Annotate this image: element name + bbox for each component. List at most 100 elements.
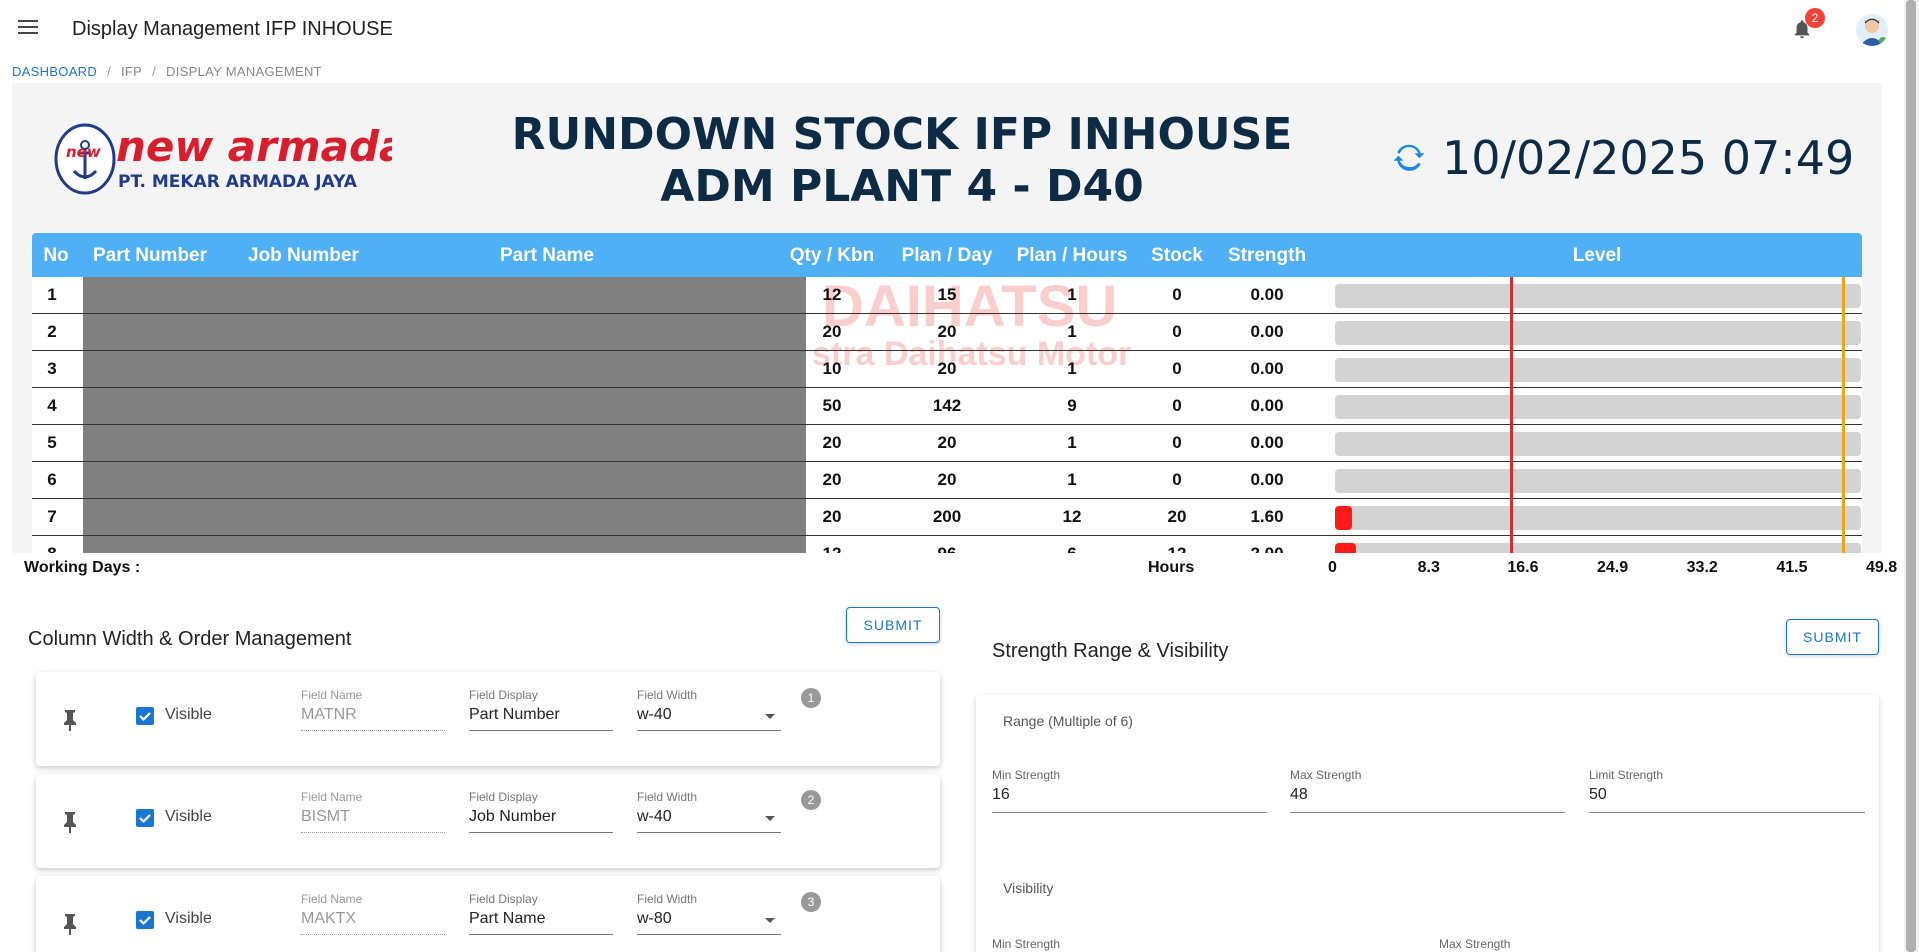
table-row: 4 50 142 9 0 0.00 [32, 388, 1862, 425]
row-qty-kbn: 20 [822, 507, 842, 526]
row-qty-kbn: 12 [822, 285, 842, 304]
column-settings-submit-button[interactable]: SUBMIT [846, 607, 940, 643]
page-scroll-thumb[interactable] [1906, 0, 1916, 952]
level-fill [1335, 506, 1352, 530]
breadcrumb-dashboard[interactable]: DASHBOARD [12, 64, 97, 79]
page-scrollbar[interactable] [1904, 0, 1919, 952]
row-strength: 0.00 [1250, 470, 1284, 489]
field-width-select[interactable]: Field Width w-40 [637, 688, 781, 731]
field-display[interactable]: Field Display Job Number [469, 790, 613, 833]
limit-strength-input[interactable]: 50 [1589, 786, 1865, 813]
avatar[interactable] [1856, 14, 1888, 46]
row-stock: 0 [1172, 285, 1182, 304]
row-strength: 0.00 [1250, 359, 1284, 378]
row-no: 6 [47, 470, 57, 489]
field-display[interactable]: Field Display Part Number [469, 688, 613, 731]
column-setting-card[interactable]: Visible Field Name BISMT Field Display Job N… [36, 774, 940, 868]
field-name-value: BISMT [301, 808, 445, 833]
visible-checkbox[interactable] [136, 911, 154, 929]
field-width-label: Field Width [637, 892, 698, 906]
visibility-max-strength-label: Max Strength [1439, 937, 1511, 951]
hour-tick-label: 16.6 [1507, 559, 1539, 576]
hours-scale: Working Days : Hours 0 8.3 16.6 24.9 33.2 41.… [12, 553, 1897, 585]
level-bar [1335, 395, 1861, 419]
breadcrumb-ifp[interactable]: IFP [121, 64, 142, 79]
row-plan-day: 20 [937, 322, 957, 341]
hour-tick-label: 49.8 [1866, 559, 1898, 576]
working-days-label: Working Days : [24, 559, 141, 576]
field-width-value[interactable]: w-40 [637, 808, 781, 833]
level-bar [1335, 284, 1861, 308]
row-stock: 0 [1172, 322, 1182, 341]
chevron-down-icon[interactable] [765, 816, 775, 821]
row-plan-hours: 12 [1062, 507, 1082, 526]
row-qty-kbn: 50 [822, 396, 842, 415]
field-display[interactable]: Field Display Part Name [469, 892, 613, 935]
row-no: 1 [47, 285, 57, 304]
row-stock: 20 [1167, 507, 1187, 526]
logo-brand: new armada [116, 122, 392, 171]
order-badge: 3 [801, 892, 821, 912]
field-width-value[interactable]: w-40 [637, 706, 781, 731]
column-setting-card[interactable]: Visible Field Name MAKTX Field Display Part … [36, 876, 940, 952]
column-settings-title: Column Width & Order Management [28, 628, 352, 650]
company-logo: new new armada PT. MEKAR ARMADA JAYA [54, 122, 392, 195]
row-plan-day: 20 [937, 433, 957, 452]
row-no: 5 [47, 433, 57, 452]
level-bar [1335, 543, 1861, 553]
column-setting-card[interactable]: Visible Field Name MATNR Field Display Part … [36, 672, 940, 766]
user-avatar-icon [1860, 18, 1887, 46]
pin-icon[interactable] [62, 913, 78, 935]
notification-badge: 2 [1805, 8, 1825, 28]
chevron-down-icon[interactable] [765, 918, 775, 923]
chevron-down-icon[interactable] [765, 714, 775, 719]
strength-settings-submit-button[interactable]: SUBMIT [1786, 619, 1879, 655]
row-plan-day: 15 [937, 285, 957, 304]
min-strength-field[interactable]: Min Strength 16 [992, 768, 1267, 813]
level-bar [1335, 506, 1861, 530]
check-icon [139, 814, 151, 824]
row-plan-hours: 1 [1067, 285, 1077, 304]
visibility-label: Visibility [1003, 880, 1054, 896]
limit-strength-field[interactable]: Limit Strength 50 [1589, 768, 1865, 813]
row-no: 7 [47, 507, 57, 526]
visible-label: Visible [165, 706, 212, 723]
field-display-input[interactable]: Part Name [469, 910, 613, 935]
row-plan-hours: 1 [1067, 359, 1077, 378]
col-part-number: Part Number [92, 245, 208, 266]
field-name-label: Field Name [301, 688, 363, 702]
min-strength-input[interactable]: 16 [992, 786, 1267, 813]
row-plan-hours: 6 [1042, 544, 1102, 553]
row-plan-hours: 9 [1067, 396, 1077, 415]
pin-icon[interactable] [62, 811, 78, 833]
row-plan-day: 96 [912, 544, 982, 553]
field-width-value[interactable]: w-80 [637, 910, 781, 935]
min-strength-label: Min Strength [992, 768, 1061, 782]
visible-label: Visible [165, 910, 212, 927]
max-strength-label: Max Strength [1290, 768, 1362, 782]
range-label: Range (Multiple of 6) [1003, 713, 1133, 729]
max-strength-input[interactable]: 48 [1290, 786, 1565, 813]
field-name: Field Name BISMT [301, 790, 445, 833]
row-qty-kbn: 20 [822, 470, 842, 489]
col-qty-kbn: Qty / Kbn [789, 245, 875, 266]
field-width-select[interactable]: Field Width w-80 [637, 892, 781, 935]
table-header: No Part Number Job Number Part Name Qty … [32, 233, 1862, 277]
limit-strength-label: Limit Strength [1589, 768, 1664, 782]
max-strength-field[interactable]: Max Strength 48 [1290, 768, 1565, 813]
pin-icon[interactable] [62, 709, 78, 731]
field-width-select[interactable]: Field Width w-40 [637, 790, 781, 833]
row-stock: 0 [1172, 396, 1182, 415]
row-strength: 1.60 [1250, 507, 1284, 526]
visible-checkbox[interactable] [136, 809, 154, 827]
visible-checkbox[interactable] [136, 707, 154, 725]
refresh-icon[interactable] [1394, 142, 1424, 172]
field-display-input[interactable]: Part Number [469, 706, 613, 731]
field-display-input[interactable]: Job Number [469, 808, 613, 833]
menu-icon[interactable] [18, 20, 38, 36]
table-row: 6 20 20 1 0 0.00 [32, 462, 1862, 499]
order-badge: 2 [801, 790, 821, 810]
row-plan-day: 20 [937, 359, 957, 378]
headline-line-2: ADM PLANT 4 - D40 [660, 161, 1144, 212]
field-name-value: MATNR [301, 706, 445, 731]
